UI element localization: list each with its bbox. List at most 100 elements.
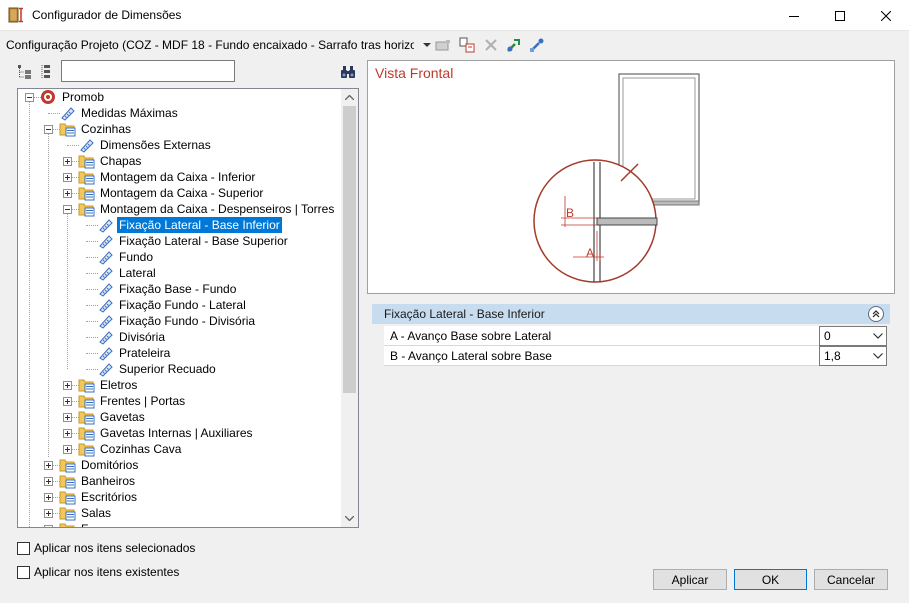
- tree-item[interactable]: F...: [18, 521, 340, 527]
- expand-all-button[interactable]: [16, 63, 34, 81]
- scroll-thumb[interactable]: [343, 106, 356, 393]
- cancel-button[interactable]: Cancelar: [814, 569, 888, 590]
- tree-item[interactable]: Salas: [18, 505, 340, 521]
- apply-selected-checkbox[interactable]: [17, 542, 30, 555]
- tree-item-label: Domitórios: [81, 458, 139, 472]
- expand-icon[interactable]: [44, 477, 53, 486]
- tree-search-input[interactable]: [61, 60, 235, 82]
- edit-configuration-button[interactable]: [434, 36, 452, 54]
- collapse-section-button[interactable]: [868, 306, 884, 322]
- tree-item[interactable]: Chapas: [18, 153, 340, 169]
- property-value-a-select[interactable]: 0: [819, 326, 887, 346]
- folder-icon: [78, 395, 95, 409]
- minimize-icon: [789, 15, 799, 17]
- ruler-icon: [99, 331, 113, 345]
- tree-item-label: Banheiros: [81, 474, 136, 488]
- tree-item-label: Fixação Base - Fundo: [119, 282, 237, 296]
- expand-icon[interactable]: [63, 173, 72, 182]
- tree-item[interactable]: Frentes | Portas: [18, 393, 340, 409]
- copy-configuration-button[interactable]: [458, 36, 476, 54]
- tree-item[interactable]: Prateleira: [18, 345, 340, 361]
- front-view-panel: Vista Frontal B A: [367, 60, 895, 294]
- export-icon: [530, 38, 544, 52]
- tree-item[interactable]: Fundo: [18, 249, 340, 265]
- collapse-icon[interactable]: [63, 205, 72, 214]
- scroll-up-button[interactable]: [341, 89, 358, 106]
- find-button[interactable]: [339, 63, 357, 81]
- tree-item[interactable]: Gavetas: [18, 409, 340, 425]
- tree-item[interactable]: Divisória: [18, 329, 340, 345]
- maximize-button[interactable]: [817, 0, 863, 31]
- expand-icon[interactable]: [44, 461, 53, 470]
- tree-item[interactable]: Montagem da Caixa - Despenseiros | Torre…: [18, 201, 340, 217]
- expand-icon[interactable]: [63, 445, 72, 454]
- tree-item[interactable]: Lateral: [18, 265, 340, 281]
- folder-icon: [78, 203, 95, 217]
- property-value-b-select[interactable]: 1,8: [819, 346, 887, 366]
- minimize-button[interactable]: [771, 0, 817, 31]
- property-name: B - Avanço Lateral sobre Base: [390, 349, 552, 363]
- folder-icon: [78, 443, 95, 457]
- folder-icon: [59, 523, 75, 527]
- tree-item-label: Cozinhas: [81, 122, 132, 136]
- expand-icon[interactable]: [44, 509, 53, 518]
- expand-icon[interactable]: [44, 493, 53, 502]
- ruler-icon: [99, 347, 113, 361]
- ruler-icon: [80, 139, 94, 153]
- tree-item[interactable]: Fixação Fundo - Divisória: [18, 313, 340, 329]
- tree-item[interactable]: Dimensões Externas: [18, 137, 340, 153]
- edit-config-icon: [435, 40, 450, 51]
- ruler-icon: [99, 267, 113, 281]
- expand-icon[interactable]: [63, 429, 72, 438]
- tree-item[interactable]: Fixação Lateral - Base Superior: [18, 233, 340, 249]
- expand-icon[interactable]: [63, 157, 72, 166]
- tree-item[interactable]: Fixação Lateral - Base Inferior: [18, 216, 340, 234]
- apply-existing-checkbox[interactable]: [17, 566, 30, 579]
- tree-item[interactable]: Fixação Fundo - Lateral: [18, 297, 340, 313]
- tree-item[interactable]: Escritórios: [18, 489, 340, 505]
- collapse-icon[interactable]: [25, 93, 34, 102]
- close-button[interactable]: [863, 0, 909, 31]
- tree-item[interactable]: Fixação Base - Fundo: [18, 281, 340, 297]
- tree-expand-icon: [18, 65, 31, 79]
- dimension-tree[interactable]: Promob Medidas Máximas Cozinhas Dimensões E…: [17, 88, 359, 528]
- import-configuration-button[interactable]: [505, 36, 523, 54]
- export-configuration-button[interactable]: [528, 36, 546, 54]
- tree-item-label: Chapas: [100, 154, 142, 168]
- tree-item[interactable]: Cozinhas: [18, 121, 340, 137]
- tree-item[interactable]: Montagem da Caixa - Inferior: [18, 169, 340, 185]
- expand-icon[interactable]: [63, 189, 72, 198]
- expand-icon[interactable]: [63, 381, 72, 390]
- tree-item[interactable]: Cozinhas Cava: [18, 441, 340, 457]
- tree-item[interactable]: Gavetas Internas | Auxiliares: [18, 425, 340, 441]
- tree-item[interactable]: Eletros: [18, 377, 340, 393]
- tree-item[interactable]: Banheiros: [18, 473, 340, 489]
- property-value: 1,8: [824, 349, 841, 363]
- dropdown-arrow-icon: [423, 42, 431, 47]
- tree-item[interactable]: Promob: [18, 89, 340, 105]
- folder-icon: [78, 155, 95, 169]
- ruler-icon: [99, 315, 113, 329]
- front-view-diagram: B A: [533, 73, 700, 283]
- apply-button[interactable]: Aplicar: [653, 569, 727, 590]
- expand-icon[interactable]: [63, 413, 72, 422]
- maximize-icon: [835, 10, 845, 21]
- collapse-icon[interactable]: [44, 125, 53, 134]
- properties-section-header[interactable]: Fixação Lateral - Base Inferior: [372, 304, 890, 324]
- expand-icon[interactable]: [63, 397, 72, 406]
- collapse-all-button[interactable]: [38, 63, 56, 81]
- tree-item[interactable]: Superior Recuado: [18, 361, 340, 377]
- ok-button[interactable]: OK: [734, 569, 807, 590]
- tree-item[interactable]: Montagem da Caixa - Superior: [18, 185, 340, 201]
- expand-icon[interactable]: [44, 525, 53, 527]
- tree-item[interactable]: Domitórios: [18, 457, 340, 473]
- ruler-icon: [99, 251, 113, 265]
- folder-icon: [59, 507, 76, 521]
- delete-configuration-button[interactable]: [482, 36, 500, 54]
- property-row-a: A - Avanço Base sobre Lateral 0: [384, 326, 887, 346]
- tree-scrollbar[interactable]: [341, 89, 358, 527]
- apply-existing-label: Aplicar nos itens existentes: [34, 565, 180, 579]
- tree-item-label: Divisória: [119, 330, 166, 344]
- scroll-down-button[interactable]: [341, 510, 358, 527]
- tree-item[interactable]: Medidas Máximas: [18, 105, 340, 121]
